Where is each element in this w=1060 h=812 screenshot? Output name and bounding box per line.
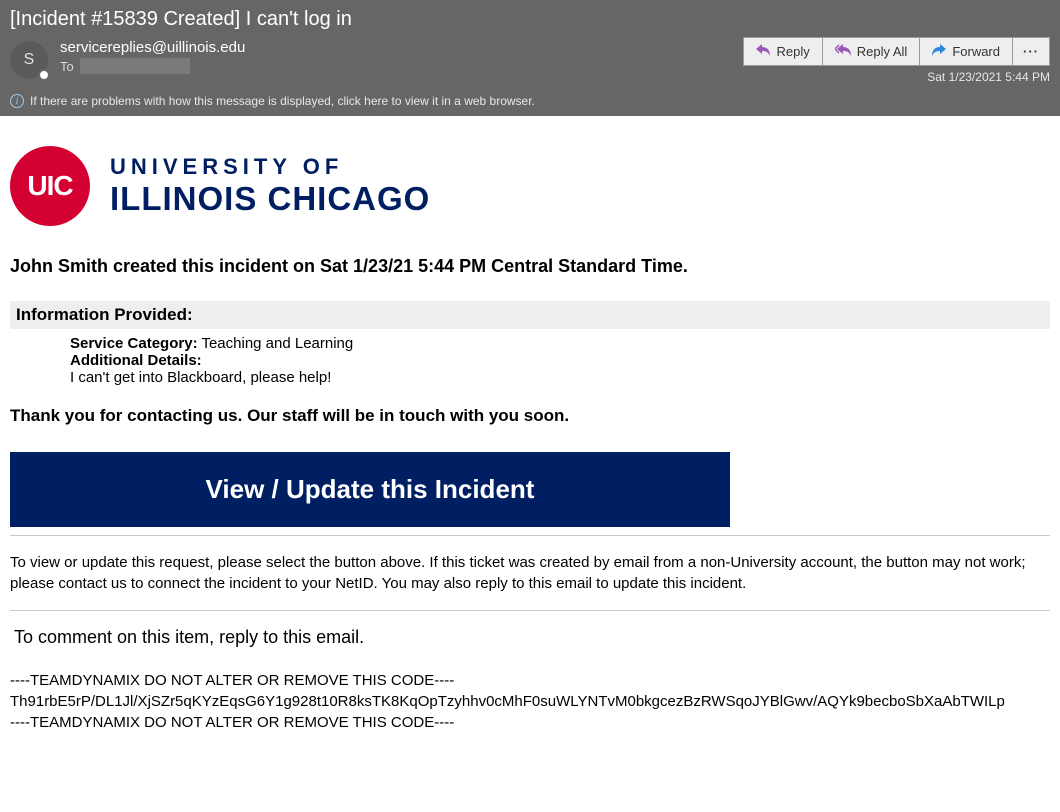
presence-indicator <box>38 69 50 81</box>
teamdynamix-code-block: ----TEAMDYNAMIX DO NOT ALTER OR REMOVE T… <box>10 670 1050 733</box>
view-update-incident-button[interactable]: View / Update this Incident <box>10 452 730 527</box>
thankyou-message: Thank you for contacting us. Our staff w… <box>10 406 1050 426</box>
reply-all-button[interactable]: Reply All <box>823 38 921 65</box>
action-toolbar: Reply Reply All Forward ··· <box>743 37 1050 66</box>
subject-line: [Incident #15839 Created] I can't log in <box>10 8 1050 31</box>
sender-block: S servicereplies@uillinois.edu To <box>10 37 245 79</box>
forward-icon <box>932 44 946 59</box>
forward-button[interactable]: Forward <box>920 38 1013 65</box>
recipient-line: To <box>60 58 245 74</box>
code-line: ----TEAMDYNAMIX DO NOT ALTER OR REMOVE T… <box>10 670 1050 691</box>
service-category-label: Service Category: <box>70 335 198 352</box>
more-actions-button[interactable]: ··· <box>1013 38 1049 65</box>
sender-email: servicereplies@uillinois.edu <box>60 39 245 56</box>
university-name-line1: UNIVERSITY OF <box>110 154 430 180</box>
reply-label: Reply <box>776 44 809 59</box>
information-details: Service Category: Teaching and Learning … <box>10 329 1050 406</box>
info-icon: i <box>10 94 24 108</box>
reply-all-label: Reply All <box>857 44 908 59</box>
info-bar-text: If there are problems with how this mess… <box>30 94 535 108</box>
service-category-value: Teaching and Learning <box>198 335 354 352</box>
additional-details-value: I can't get into Blackboard, please help… <box>70 369 1050 386</box>
code-line: Th91rbE5rP/DL1Jl/XjSZr5qKYzEqsG6Y1g928t1… <box>10 691 1050 712</box>
more-icon: ··· <box>1023 44 1039 59</box>
recipient-redacted <box>80 58 190 74</box>
avatar-initial: S <box>24 51 35 69</box>
university-logo: UIC UNIVERSITY OF ILLINOIS CHICAGO <box>10 146 1050 226</box>
incident-created-line: John Smith created this incident on Sat … <box>10 256 1050 277</box>
separator <box>10 610 1050 611</box>
information-provided-header: Information Provided: <box>10 301 1050 329</box>
additional-details-label: Additional Details: <box>70 352 202 369</box>
uic-circle-logo: UIC <box>10 146 90 226</box>
email-header: [Incident #15839 Created] I can't log in… <box>0 0 1060 90</box>
to-label: To <box>60 59 74 74</box>
comment-hint: To comment on this item, reply to this e… <box>14 627 1050 648</box>
separator <box>10 535 1050 536</box>
instructions-text: To view or update this request, please s… <box>10 552 1050 594</box>
display-problems-bar[interactable]: i If there are problems with how this me… <box>0 90 1060 116</box>
avatar: S <box>10 41 48 79</box>
forward-label: Forward <box>952 44 1000 59</box>
reply-button[interactable]: Reply <box>744 38 822 65</box>
reply-icon <box>756 44 770 59</box>
email-timestamp: Sat 1/23/2021 5:44 PM <box>927 70 1050 84</box>
email-body: UIC UNIVERSITY OF ILLINOIS CHICAGO John … <box>0 116 1060 743</box>
reply-all-icon <box>835 44 851 59</box>
university-name-line2: ILLINOIS CHICAGO <box>110 180 430 218</box>
code-line: ----TEAMDYNAMIX DO NOT ALTER OR REMOVE T… <box>10 712 1050 733</box>
